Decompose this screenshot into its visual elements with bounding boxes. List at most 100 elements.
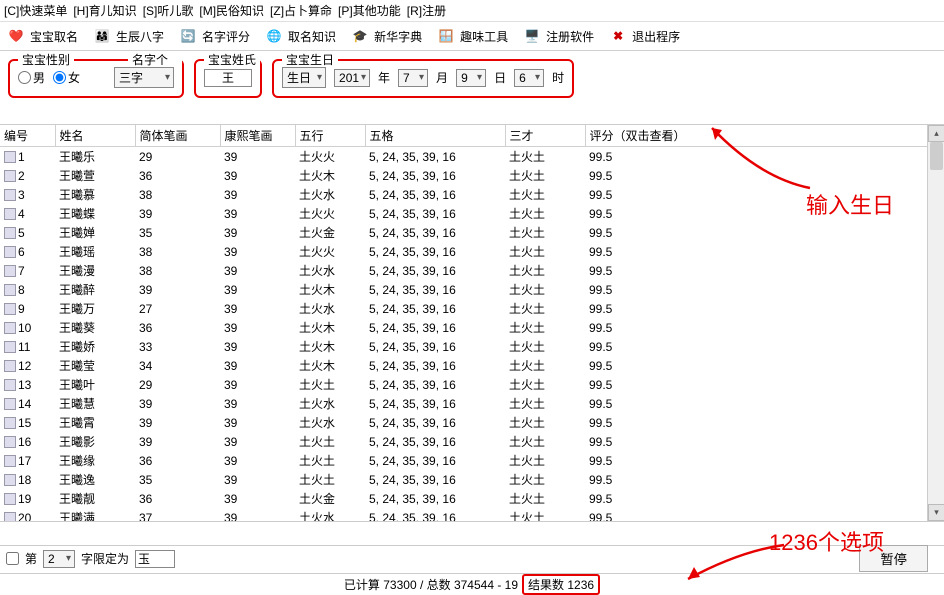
table-row[interactable]: 12王曦莹3439土火木5, 24, 35, 39, 16土火土99.5 [0,356,944,375]
tool-knowledge-label: 取名知识 [288,28,336,45]
status-result-count: 结果数 1236 [522,574,600,595]
select-month[interactable]: 7 [398,69,428,87]
row-icon [4,208,16,220]
table-row[interactable]: 11王曦娇3339土火木5, 24, 35, 39, 16土火土99.5 [0,337,944,356]
tool-xinhua[interactable]: 🎓新华字典 [350,26,422,46]
group-surname-title: 宝宝姓氏 [204,51,260,68]
th-wuxing[interactable]: 五行 [295,125,365,147]
tool-naming-label: 宝宝取名 [30,28,78,45]
tool-reg[interactable]: 🖥️注册软件 [522,26,594,46]
table-row[interactable]: 19王曦靓3639土火金5, 24, 35, 39, 16土火土99.5 [0,489,944,508]
options-row: 宝宝性别 男 女 名字个数 三字 宝宝姓氏 宝宝生日 生日 201年 7月 9日… [0,51,944,124]
radio-female-label: 女 [68,69,80,86]
label-month: 月 [436,69,448,86]
row-icon [4,170,16,182]
th-sancai[interactable]: 三才 [505,125,585,147]
tool-score-label: 名字评分 [202,28,250,45]
tool-exit-label: 退出程序 [632,28,680,45]
tool-score[interactable]: 🔄名字评分 [178,26,250,46]
arrow-count-icon [680,539,790,589]
table-row[interactable]: 18王曦逸3539土火土5, 24, 35, 39, 16土火土99.5 [0,470,944,489]
row-icon [4,379,16,391]
tool-fun[interactable]: 🪟趣味工具 [436,26,508,46]
table-row[interactable]: 10王曦葵3639土火木5, 24, 35, 39, 16土火土99.5 [0,318,944,337]
th-simp[interactable]: 简体笔画 [135,125,220,147]
refresh-icon: 🔄 [178,26,198,46]
input-surname[interactable] [204,69,252,87]
table-row[interactable]: 5王曦婵3539土火金5, 24, 35, 39, 16土火土99.5 [0,223,944,242]
row-icon [4,151,16,163]
menu-fortune[interactable]: [Z]占卜算命 [270,2,332,19]
radio-male-label: 男 [33,69,45,86]
people-icon: 👨‍👩‍👧 [92,26,112,46]
heart-icon: ❤️ [6,26,26,46]
table-row[interactable]: 14王曦慧3939土火水5, 24, 35, 39, 16土火土99.5 [0,394,944,413]
select-hour[interactable]: 6 [514,69,544,87]
select-day[interactable]: 9 [456,69,486,87]
row-icon [4,246,16,258]
input-limit-char[interactable] [135,550,175,568]
menu-bar: [C]快速菜单 [H]育儿知识 [S]听儿歌 [M]民俗知识 [Z]占卜算命 [… [0,0,944,22]
radio-male[interactable]: 男 [18,69,45,86]
window-icon: 🖥️ [522,26,542,46]
scroll-up-icon[interactable]: ▴ [928,125,944,142]
table-row[interactable]: 9王曦万2739土火水5, 24, 35, 39, 16土火土99.5 [0,299,944,318]
close-icon: ✖ [608,26,628,46]
arrow-birthday-icon [700,120,820,200]
menu-parenting[interactable]: [H]育儿知识 [73,2,136,19]
tool-xinhua-label: 新华字典 [374,28,422,45]
row-icon [4,512,16,522]
globe-icon: 🌐 [264,26,284,46]
group-gender: 宝宝性别 男 女 名字个数 三字 [8,59,184,98]
row-icon [4,265,16,277]
table-row[interactable]: 8王曦醉3939土火木5, 24, 35, 39, 16土火土99.5 [0,280,944,299]
table-row[interactable]: 4王曦蝶3939土火火5, 24, 35, 39, 16土火土99.5 [0,204,944,223]
menu-quick[interactable]: [C]快速菜单 [4,2,67,19]
scroll-down-icon[interactable]: ▾ [928,504,944,521]
table-row[interactable]: 7王曦漫3839土火水5, 24, 35, 39, 16土火土99.5 [0,261,944,280]
table-row[interactable]: 13王曦叶2939土火土5, 24, 35, 39, 16土火土99.5 [0,375,944,394]
menu-folklore[interactable]: [M]民俗知识 [199,2,264,19]
label-hour: 时 [552,69,564,86]
checkbox-page[interactable] [6,552,19,565]
menu-songs[interactable]: [S]听儿歌 [143,2,194,19]
row-icon [4,493,16,505]
select-date-type[interactable]: 生日 [282,67,326,88]
row-icon [4,474,16,486]
scroll-thumb[interactable] [930,142,943,170]
row-icon [4,227,16,239]
select-page[interactable]: 2 [43,550,75,568]
table-row[interactable]: 6王曦瑶3839土火火5, 24, 35, 39, 16土火土99.5 [0,242,944,261]
menu-register[interactable]: [R]注册 [407,2,446,19]
row-icon [4,417,16,429]
row-icon [4,189,16,201]
row-icon [4,455,16,467]
radio-female[interactable]: 女 [53,69,80,86]
tool-fun-label: 趣味工具 [460,28,508,45]
row-icon [4,341,16,353]
th-wuge[interactable]: 五格 [365,125,505,147]
scrollbar-vertical[interactable]: ▴ ▾ [927,125,944,521]
select-count[interactable]: 三字 [114,67,174,88]
th-kang[interactable]: 康熙笔画 [220,125,295,147]
toolbar: ❤️宝宝取名 👨‍👩‍👧生辰八字 🔄名字评分 🌐取名知识 🎓新华字典 🪟趣味工具… [0,22,944,51]
table-row[interactable]: 20王曦满3739土火水5, 24, 35, 39, 16土火土99.5 [0,508,944,522]
table-row[interactable]: 17王曦缘3639土火土5, 24, 35, 39, 16土火土99.5 [0,451,944,470]
tool-knowledge[interactable]: 🌐取名知识 [264,26,336,46]
group-birthday: 宝宝生日 生日 201年 7月 9日 6时 [272,59,574,98]
table-row[interactable]: 15王曦霄3939土火水5, 24, 35, 39, 16土火土99.5 [0,413,944,432]
row-icon [4,398,16,410]
tool-naming[interactable]: ❤️宝宝取名 [6,26,78,46]
row-icon [4,303,16,315]
status-text: 已计算 73300 / 总数 374544 - 19 [344,576,518,593]
th-num[interactable]: 编号 [0,125,55,147]
tool-exit[interactable]: ✖退出程序 [608,26,680,46]
th-name[interactable]: 姓名 [55,125,135,147]
tool-bazi[interactable]: 👨‍👩‍👧生辰八字 [92,26,164,46]
menu-other[interactable]: [P]其他功能 [338,2,401,19]
row-icon [4,436,16,448]
status-bar: 已计算 73300 / 总数 374544 - 19 结果数 1236 [0,573,944,595]
label-day: 日 [494,69,506,86]
table-row[interactable]: 16王曦影3939土火土5, 24, 35, 39, 16土火土99.5 [0,432,944,451]
select-year[interactable]: 201 [334,69,370,87]
